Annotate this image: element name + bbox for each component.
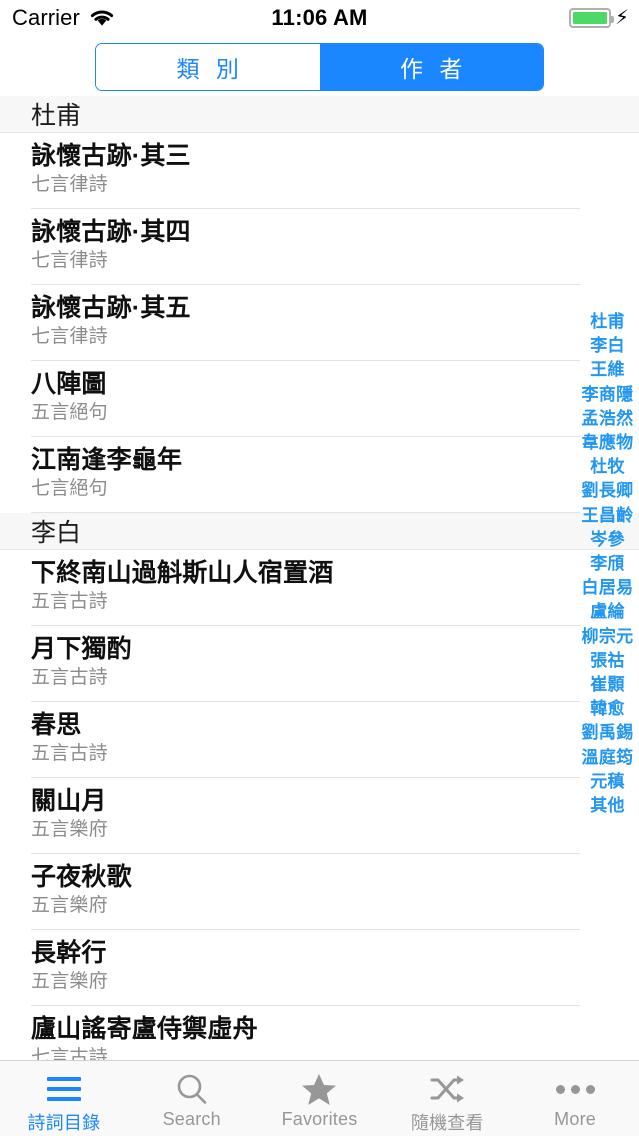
table-row[interactable]: 詠懷古跡·其三七言律詩 bbox=[0, 133, 639, 209]
section-header: 李白 bbox=[0, 513, 639, 550]
section-index-item[interactable]: 盧綸 bbox=[590, 600, 625, 624]
row-title: 春思 bbox=[31, 711, 82, 739]
table-row[interactable]: 關山月 五言樂府 bbox=[0, 778, 639, 854]
shuffle-icon bbox=[429, 1071, 465, 1107]
section-index-item[interactable]: 白居易 bbox=[582, 576, 634, 600]
row-subtitle: 七言律詩 bbox=[31, 250, 108, 271]
table-row[interactable]: 長幹行 五言樂府 bbox=[0, 930, 639, 1006]
section-index-item[interactable]: 劉長卿 bbox=[582, 479, 634, 503]
poem-list[interactable]: 杜甫 詠懷古跡·其三 七言律詩 詠懷古跡·其四 七言律詩 詠懷古跡·其五 七言律詩 八陣圖 五言… bbox=[0, 96, 639, 1060]
row-subtitle: 七言絕句 bbox=[31, 478, 108, 499]
tab-bar: 詩詞目錄 Search Favorites 隨機查看 More bbox=[0, 1060, 639, 1136]
section-index-item[interactable]: 李商隱 bbox=[582, 383, 634, 407]
row-subtitle: 七言律詩 bbox=[31, 174, 108, 195]
hamburger-menu-icon bbox=[46, 1071, 81, 1107]
section-index-item[interactable]: 張祜 bbox=[590, 649, 625, 673]
table-row[interactable]: 江南逢李龜年七言絕句 bbox=[0, 437, 639, 513]
table-row[interactable]: 春思 五言古詩 bbox=[0, 702, 639, 778]
section-index-item[interactable]: 柳宗元 bbox=[582, 625, 634, 649]
section-index-item[interactable]: 元稹 bbox=[590, 770, 625, 794]
segment-author[interactable]: 作 者 bbox=[319, 44, 543, 90]
section-header: 杜甫 bbox=[0, 96, 639, 133]
segmented-control-wrapper: 類 別 作 者 bbox=[0, 43, 639, 91]
segmented-control[interactable]: 類 別 作 者 bbox=[95, 43, 544, 91]
row-title: 詠懷古跡·其五 bbox=[31, 294, 191, 322]
star-icon bbox=[301, 1071, 337, 1107]
charging-bolt-icon: ⚡ bbox=[614, 7, 629, 29]
ellipsis-icon bbox=[555, 1071, 595, 1107]
tab-more-label: More bbox=[554, 1109, 596, 1129]
status-bar: Carrier 11:06 AM ⚡ bbox=[0, 0, 639, 36]
row-title: 長幹行 bbox=[31, 939, 107, 967]
tab-search-label: Search bbox=[162, 1109, 221, 1129]
section-index-item[interactable]: 崔顥 bbox=[590, 673, 625, 697]
section-index-item[interactable]: 李頎 bbox=[590, 552, 625, 576]
battery-full-icon bbox=[568, 8, 614, 28]
row-subtitle: 五言樂府 bbox=[31, 971, 108, 992]
tab-random-label: 隨機查看 bbox=[410, 1113, 484, 1133]
search-icon bbox=[175, 1071, 209, 1107]
section-index-item[interactable]: 杜甫 bbox=[590, 310, 625, 334]
section-index-item[interactable]: 孟浩然 bbox=[582, 407, 634, 431]
tab-more[interactable]: More bbox=[511, 1061, 639, 1136]
status-bar-right: ⚡ bbox=[568, 7, 629, 29]
table-row[interactable]: 八陣圖 五言絕句 bbox=[0, 361, 639, 437]
row-title: 詠懷古跡·其三 bbox=[31, 142, 191, 170]
section-index-item[interactable]: 其他 bbox=[590, 794, 625, 818]
table-row[interactable]: 廬山謠寄盧侍禦虛舟七言古詩 bbox=[0, 1006, 639, 1060]
row-subtitle: 五言樂府 bbox=[31, 819, 108, 840]
section-index-item[interactable]: 韓愈 bbox=[590, 697, 625, 721]
segment-category[interactable]: 類 別 bbox=[96, 44, 320, 90]
clock-label: 11:06 AM bbox=[271, 5, 368, 30]
row-title: 八陣圖 bbox=[31, 370, 107, 398]
row-subtitle: 五言古詩 bbox=[31, 591, 108, 612]
section-index-item[interactable]: 杜牧 bbox=[590, 455, 625, 479]
section-index-item[interactable]: 溫庭筠 bbox=[582, 746, 634, 770]
row-title: 關山月 bbox=[31, 787, 107, 815]
section-index-item[interactable]: 劉禹錫 bbox=[582, 721, 634, 745]
table-row[interactable]: 子夜秋歌 五言樂府 bbox=[0, 854, 639, 930]
tab-catalog-label: 詩詞目錄 bbox=[27, 1113, 101, 1133]
row-subtitle: 五言古詩 bbox=[31, 667, 108, 688]
table-row[interactable]: 詠懷古跡·其五七言律詩 bbox=[0, 285, 639, 361]
row-title: 江南逢李龜年 bbox=[31, 446, 183, 474]
row-subtitle: 五言絕句 bbox=[31, 402, 108, 423]
row-title: 下終南山過斛斯山人宿置酒 bbox=[31, 559, 334, 587]
tab-favorites[interactable]: Favorites bbox=[256, 1061, 384, 1136]
row-title: 月下獨酌 bbox=[31, 635, 132, 663]
table-row[interactable]: 月下獨酌 五言古詩 bbox=[0, 626, 639, 702]
row-title: 子夜秋歌 bbox=[31, 863, 132, 891]
table-row[interactable]: 詠懷古跡·其四七言律詩 bbox=[0, 209, 639, 285]
row-title: 詠懷古跡·其四 bbox=[31, 218, 191, 246]
row-subtitle: 五言樂府 bbox=[31, 895, 108, 916]
row-title: 廬山謠寄盧侍禦虛舟 bbox=[31, 1015, 258, 1043]
section-index-item[interactable]: 岑參 bbox=[590, 528, 625, 552]
tab-random[interactable]: 隨機查看 bbox=[383, 1061, 511, 1136]
app-root: Carrier 11:06 AM ⚡ 類 別 作 者 杜甫 詠懷古跡·其三 七言律詩… bbox=[0, 0, 639, 1136]
section-index-item[interactable]: 韋應物 bbox=[582, 431, 634, 455]
section-index-item[interactable]: 王維 bbox=[590, 358, 625, 382]
row-subtitle: 七言律詩 bbox=[31, 326, 108, 347]
section-index-item[interactable]: 李白 bbox=[590, 334, 625, 358]
table-row[interactable]: 下終南山過斛斯山人宿置酒五言古詩 bbox=[0, 550, 639, 626]
row-subtitle: 五言古詩 bbox=[31, 743, 108, 764]
tab-search[interactable]: Search bbox=[128, 1061, 256, 1136]
tab-favorites-label: Favorites bbox=[281, 1109, 358, 1129]
section-index-item[interactable]: 王昌齡 bbox=[582, 504, 634, 528]
row-subtitle: 七言古詩 bbox=[31, 1047, 108, 1060]
tab-catalog[interactable]: 詩詞目錄 bbox=[0, 1061, 128, 1136]
section-index[interactable]: 杜甫 李白 王維 李商隱 孟浩然 韋應物 杜牧 劉長卿 王昌齡 岑參 李頎 白居易 盧綸 柳宗元 張祜 崔顥韓… bbox=[576, 310, 639, 818]
